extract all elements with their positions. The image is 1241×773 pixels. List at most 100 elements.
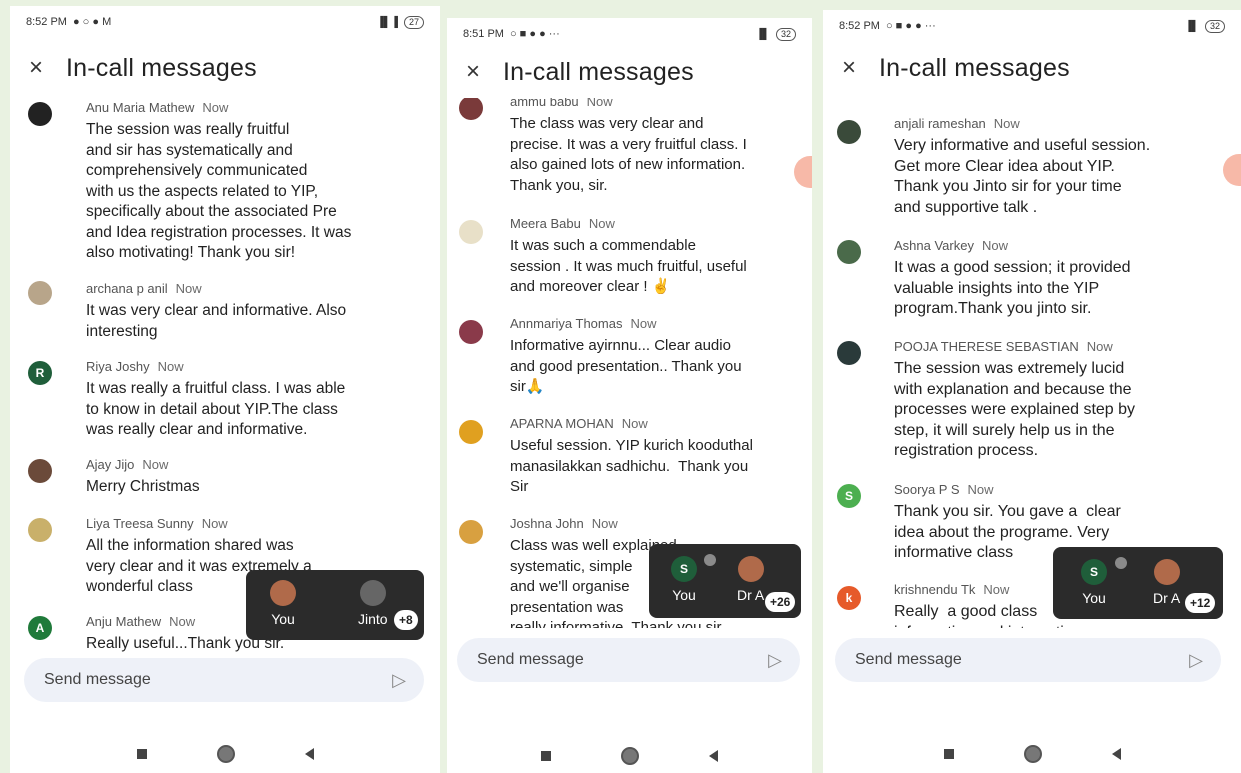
avatar	[737, 556, 764, 582]
signal-icon: ▐▌▐	[376, 16, 398, 28]
participant-count-badge[interactable]: +26	[765, 592, 796, 612]
send-icon[interactable]: ▷	[392, 670, 406, 691]
sender-name: Annmariya Thomas	[510, 316, 623, 331]
message-time: Now	[981, 238, 1008, 253]
battery-icon: 32	[775, 27, 796, 41]
sender-name: Liya Treesa Sunny	[86, 516, 194, 531]
message-time: Now	[1086, 339, 1113, 354]
avatar: S	[671, 556, 697, 582]
sender-name: POOJA THERESE SEBASTIAN	[894, 339, 1079, 354]
message-list[interactable]: Anu Maria Mathew Now The session was real…	[10, 92, 440, 652]
nav-bar	[447, 738, 812, 773]
header: × In-call messages	[461, 54, 802, 90]
close-icon[interactable]: ×	[24, 56, 48, 80]
home-icon[interactable]	[1023, 745, 1042, 763]
avatar	[459, 420, 483, 444]
sender-name: Anju Mathew	[86, 614, 162, 629]
battery-icon: 27	[403, 15, 424, 29]
message-time: Now	[157, 359, 184, 374]
home-icon[interactable]	[216, 745, 235, 763]
message-text: It was really a fruitful class. I was ab…	[86, 380, 346, 438]
participant-count-badge[interactable]: +8	[394, 610, 418, 630]
sender-name: archana p anil	[86, 281, 168, 296]
page-title: In-call messages	[879, 53, 1070, 82]
send-message-bar[interactable]: Send message ▷	[835, 638, 1221, 682]
message-time: Now	[630, 316, 657, 331]
message-time: Now	[586, 98, 613, 109]
avatar	[28, 459, 52, 483]
signal-icon: ▐▌	[755, 28, 770, 40]
recents-icon[interactable]	[943, 749, 954, 759]
send-icon[interactable]: ▷	[768, 650, 782, 671]
video-pip[interactable]: S You Dr A +12	[1053, 547, 1223, 619]
pip-label-you: You	[672, 587, 696, 603]
status-bar: 8:52 PM ○ ■ ● ● ··· ▐▌ 32	[823, 10, 1241, 42]
avatar: S	[837, 484, 861, 508]
pip-label-other: Dr A	[1153, 590, 1181, 606]
send-icon[interactable]: ▷	[1189, 650, 1203, 671]
sender-name: anjali rameshan	[894, 116, 986, 131]
message-text: It was a good session; it provided valua…	[894, 259, 1131, 317]
send-message-input[interactable]: Send message	[855, 651, 962, 669]
close-icon[interactable]: ×	[837, 56, 861, 80]
back-icon[interactable]	[1111, 748, 1121, 760]
nav-bar	[10, 736, 440, 772]
send-message-input[interactable]: Send message	[477, 651, 584, 669]
message-text: The session was extremely lucid with exp…	[894, 360, 1136, 459]
message-time: Now	[967, 482, 994, 497]
avatar: k	[837, 586, 861, 610]
pip-tile-other: Dr A	[1153, 559, 1180, 606]
home-icon[interactable]	[621, 747, 639, 765]
message-time: Now	[175, 281, 202, 296]
close-icon[interactable]: ×	[461, 60, 485, 84]
message-time: Now	[983, 582, 1010, 597]
message-time: Now	[142, 457, 169, 472]
notification-icons: ○ ■ ● ● ···	[509, 28, 560, 40]
pip-tile-other: Dr A	[737, 556, 764, 603]
sender-name: Soorya P S	[894, 482, 960, 497]
mic-off-icon	[704, 554, 716, 566]
sender-name: ammu babu	[510, 98, 579, 109]
avatar	[837, 240, 861, 264]
page-title: In-call messages	[503, 57, 694, 86]
back-icon[interactable]	[709, 750, 718, 762]
avatar	[459, 320, 483, 344]
notification-icons: ○ ■ ● ● ···	[885, 20, 936, 32]
pip-tile-you: You	[270, 580, 296, 627]
header: × In-call messages	[24, 50, 430, 86]
recents-icon[interactable]	[541, 751, 551, 761]
status-time: 8:52 PM	[26, 16, 67, 28]
battery-icon: 32	[1204, 19, 1225, 33]
sender-name: Ashna Varkey	[894, 238, 974, 253]
signal-icon: ▐▌	[1184, 20, 1199, 32]
avatar	[459, 220, 483, 244]
send-message-bar[interactable]: Send message ▷	[457, 638, 800, 682]
pip-label-other: Dr A	[737, 587, 765, 603]
message-time: Now	[588, 216, 615, 231]
sender-name: Meera Babu	[510, 216, 581, 231]
participant-count-badge[interactable]: +12	[1185, 593, 1216, 613]
message-time: Now	[169, 614, 196, 629]
avatar	[28, 102, 52, 126]
avatar: R	[28, 361, 52, 385]
sender-name: Ajay Jijo	[86, 457, 135, 472]
avatar	[459, 520, 483, 544]
message-text: The session was really fruitful and sir …	[86, 121, 352, 261]
send-message-bar[interactable]: Send message ▷	[24, 658, 424, 702]
send-message-input[interactable]: Send message	[44, 671, 151, 689]
status-bar: 8:52 PM ● ○ ● M ▐▌▐ 27	[10, 6, 440, 38]
avatar	[837, 341, 861, 365]
video-pip[interactable]: You Jinto +8	[246, 570, 424, 640]
recents-icon[interactable]	[136, 749, 147, 759]
pip-tile-other: Jinto	[358, 580, 388, 627]
message-text: It was very clear and informative. Also …	[86, 302, 347, 340]
message-time: Now	[201, 516, 228, 531]
back-icon[interactable]	[304, 748, 314, 760]
pip-tile-you: S You	[671, 556, 697, 603]
message-text: It was such a commendable session . It w…	[510, 237, 747, 295]
video-pip[interactable]: S You Dr A +26	[649, 544, 801, 618]
phone-screen-3: 8:52 PM ○ ■ ● ● ··· ▐▌ 32 × In-call messag…	[823, 10, 1241, 773]
message-text: Very informative and useful session. Get…	[894, 137, 1151, 216]
notification-icons: ● ○ ● M	[72, 16, 112, 28]
avatar	[28, 281, 52, 305]
